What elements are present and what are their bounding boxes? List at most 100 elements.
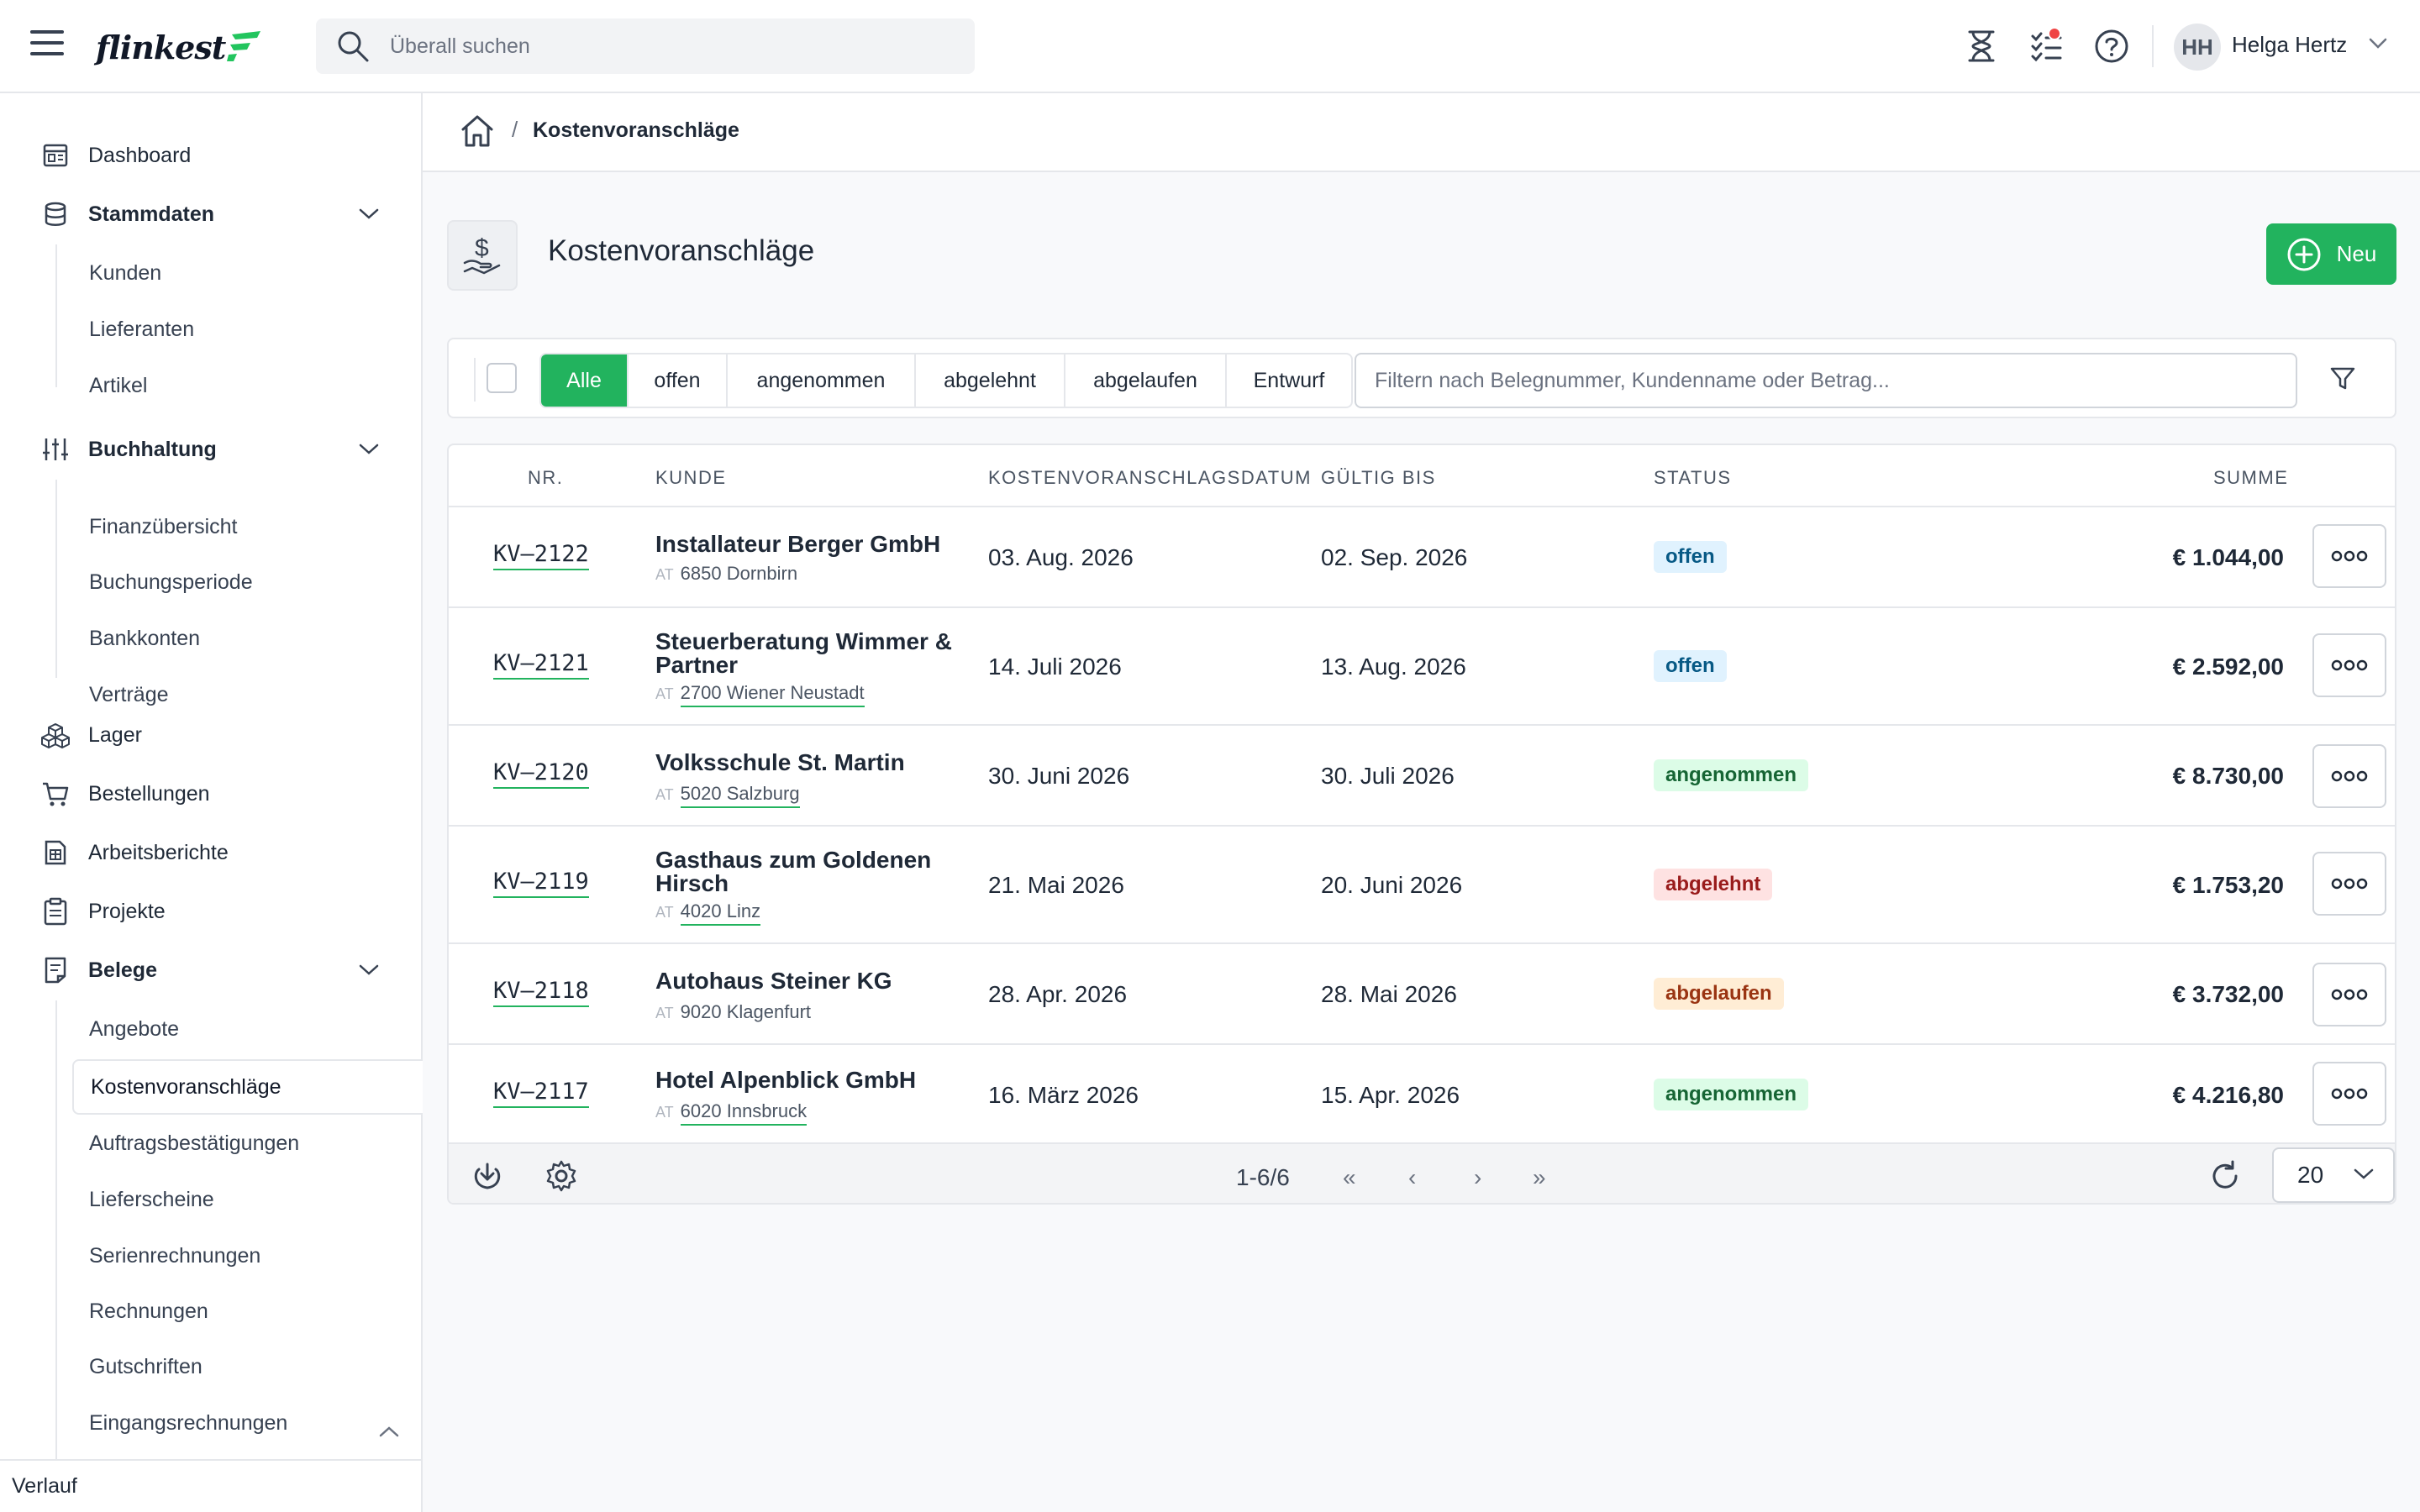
quote-number-link[interactable]: KV–2121 [493, 650, 589, 680]
sidebar-item-kostenvoranschlaege[interactable]: Kostenvoranschläge [72, 1059, 423, 1115]
help-button[interactable] [2091, 25, 2133, 67]
table-row[interactable]: KV–2118 Autohaus Steiner KG AT 9020 Klage… [449, 944, 2395, 1045]
breadcrumb-current: Kostenvoranschläge [533, 118, 739, 142]
customer-city: 6020 Innsbruck [680, 1100, 808, 1126]
sidebar-item-eingangsrechnungen[interactable]: Eingangsrechnungen [89, 1404, 287, 1441]
chevron-up-icon[interactable] [378, 1425, 400, 1438]
customer-name[interactable]: Installateur Berger GmbH [655, 533, 975, 556]
column-header-gueltig-bis[interactable]: GÜLTIG BIS [1321, 467, 1436, 489]
row-actions-button[interactable] [2312, 744, 2386, 808]
chevron-down-icon[interactable] [358, 443, 380, 456]
filter-tab-offen[interactable]: offen [629, 354, 728, 407]
filter-tab-abgelehnt[interactable]: abgelehnt [916, 354, 1065, 407]
menu-icon[interactable] [30, 30, 64, 60]
global-search[interactable] [316, 18, 975, 74]
sidebar-item-finanzuebersicht[interactable]: Finanzübersicht [89, 508, 237, 545]
hourglass-button[interactable] [1960, 25, 2002, 67]
row-actions-button[interactable] [2312, 524, 2386, 588]
chevron-down-icon[interactable] [358, 963, 380, 977]
quote-number-link[interactable]: KV–2117 [493, 1079, 589, 1108]
last-page-button[interactable]: » [1533, 1164, 1546, 1191]
sidebar-item-buchungsperiode[interactable]: Buchungsperiode [89, 564, 253, 601]
sidebar-item-vertraege[interactable]: Verträge [89, 676, 169, 713]
chevron-down-icon[interactable] [2368, 37, 2388, 50]
sidebar-item-dashboard[interactable]: Dashboard [0, 130, 420, 181]
table-row[interactable]: KV–2119 Gasthaus zum Goldenen Hirsch AT 4… [449, 827, 2395, 944]
more-horizontal-icon [2331, 659, 2368, 671]
history-panel-toggle[interactable]: Verlauf [0, 1459, 421, 1512]
sidebar-item-auftragsbestaetigungen[interactable]: Auftragsbestätigungen [89, 1125, 299, 1162]
row-actions-button[interactable] [2312, 963, 2386, 1026]
home-icon[interactable] [460, 113, 495, 149]
boxes-icon [40, 720, 71, 750]
row-actions-button[interactable] [2312, 1062, 2386, 1126]
valid-until-date: 20. Juni 2026 [1321, 872, 1463, 898]
table-row[interactable]: KV–2121 Steuerberatung Wimmer & Partner … [449, 608, 2395, 726]
sidebar-item-arbeitsberichte[interactable]: Arbeitsberichte [0, 827, 420, 878]
app-logo[interactable]: flinkest [96, 22, 264, 72]
country-code: AT [655, 904, 674, 921]
download-icon[interactable] [471, 1159, 504, 1193]
sidebar-item-serienrechnungen[interactable]: Serienrechnungen [89, 1237, 260, 1274]
quote-number-link[interactable]: KV–2118 [493, 978, 589, 1007]
tasks-button[interactable] [2026, 25, 2068, 67]
sidebar-item-label: Projekte [88, 899, 166, 923]
table-row[interactable]: KV–2122 Installateur Berger GmbH AT 6850 … [449, 507, 2395, 608]
first-page-button[interactable]: « [1343, 1164, 1356, 1191]
new-button[interactable]: Neu [2266, 223, 2396, 285]
subnav-guide [55, 1000, 57, 1503]
prev-page-button[interactable]: ‹ [1408, 1164, 1416, 1191]
sidebar-item-buchhaltung[interactable]: Buchhaltung [0, 424, 420, 475]
customer-name[interactable]: Hotel Alpenblick GmbH [655, 1068, 975, 1092]
column-header-summe[interactable]: SUMME [2213, 467, 2288, 489]
customer-name[interactable]: Gasthaus zum Goldenen Hirsch [655, 848, 975, 895]
filter-tab-abgelaufen[interactable]: abgelaufen [1065, 354, 1227, 407]
sidebar-item-lieferscheine[interactable]: Lieferscheine [89, 1181, 214, 1218]
sidebar-item-stammdaten[interactable]: Stammdaten [0, 189, 420, 239]
column-header-kunde[interactable]: KUNDE [655, 467, 727, 489]
filter-tab-angenommen[interactable]: angenommen [728, 354, 916, 407]
sidebar-item-lager[interactable]: Lager [0, 710, 420, 760]
row-actions-button[interactable] [2312, 852, 2386, 916]
avatar[interactable]: HH [2174, 24, 2221, 71]
sidebar-item-rechnungen[interactable]: Rechnungen [89, 1293, 208, 1330]
sidebar-item-projekte[interactable]: Projekte [0, 886, 420, 937]
quote-number-link[interactable]: KV–2120 [493, 759, 589, 789]
quote-number-link[interactable]: KV–2122 [493, 541, 589, 570]
column-header-status[interactable]: STATUS [1654, 467, 1732, 489]
next-page-button[interactable]: › [1474, 1164, 1481, 1191]
filter-icon[interactable] [2328, 363, 2358, 393]
table-row[interactable]: KV–2120 Volksschule St. Martin AT 5020 Sa… [449, 726, 2395, 827]
sidebar-item-bankkonten[interactable]: Bankkonten [89, 620, 200, 657]
sidebar-item-angebote[interactable]: Angebote [89, 1011, 179, 1047]
sidebar-item-label: Buchhaltung [88, 437, 217, 461]
filter-tab-alle[interactable]: Alle [541, 354, 629, 407]
customer-name[interactable]: Autohaus Steiner KG [655, 969, 975, 993]
sidebar-item-artikel[interactable]: Artikel [89, 367, 147, 404]
quote-number-link[interactable]: KV–2119 [493, 869, 589, 898]
row-actions-button[interactable] [2312, 633, 2386, 697]
sidebar-item-belege[interactable]: Belege [0, 945, 420, 995]
customer-name[interactable]: Steuerberatung Wimmer & Partner [655, 630, 975, 677]
more-horizontal-icon [2331, 1088, 2368, 1100]
chevron-down-icon[interactable] [358, 207, 380, 221]
customer-name[interactable]: Volksschule St. Martin [655, 751, 975, 774]
refresh-icon[interactable] [2208, 1159, 2242, 1193]
filter-tab-entwurf[interactable]: Entwurf [1227, 354, 1351, 407]
customer-city: 5020 Salzburg [680, 783, 800, 808]
sidebar-item-bestellungen[interactable]: Bestellungen [0, 769, 420, 819]
country-code: AT [655, 685, 674, 702]
sidebar-item-lieferanten[interactable]: Lieferanten [89, 311, 194, 348]
table-row[interactable]: KV–2117 Hotel Alpenblick GmbH AT 6020 Inn… [449, 1045, 2395, 1142]
column-header-datum[interactable]: KOSTENVORANSCHLAGSDATUM [988, 467, 1312, 489]
select-all-checkbox[interactable] [487, 363, 517, 393]
user-name[interactable]: Helga Hertz [2232, 32, 2347, 58]
sidebar-item-gutschriften[interactable]: Gutschriften [89, 1348, 203, 1385]
column-header-nr[interactable]: NR. [528, 467, 563, 489]
filter-input[interactable] [1355, 353, 2297, 408]
settings-icon[interactable] [544, 1159, 578, 1193]
customer-address: AT 9020 Klagenfurt [655, 1001, 811, 1023]
page-size-select[interactable]: 20 [2272, 1147, 2395, 1203]
sidebar-item-kunden[interactable]: Kunden [89, 255, 161, 291]
search-input[interactable] [390, 34, 928, 59]
